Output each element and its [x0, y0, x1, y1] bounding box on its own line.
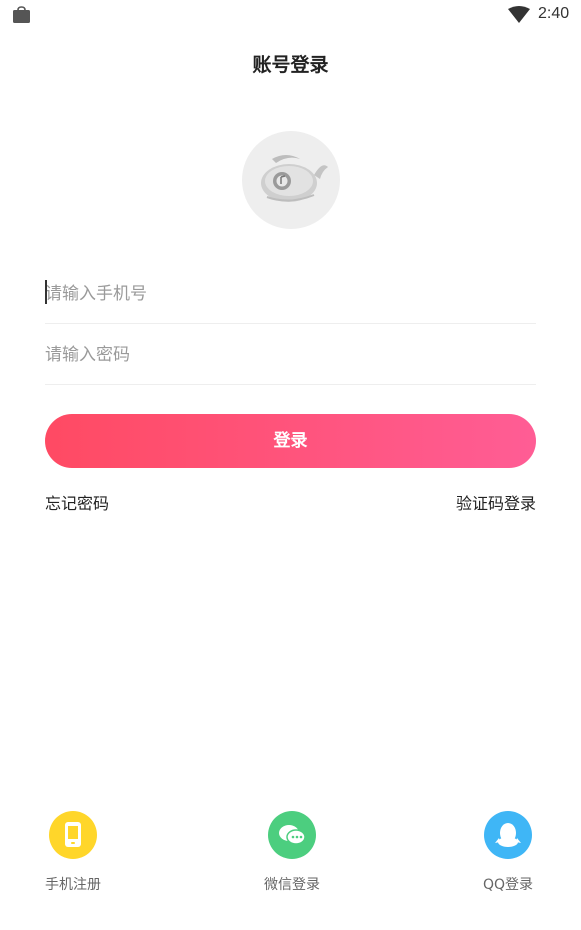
wifi-icon: [508, 6, 530, 23]
bag-icon: [13, 6, 30, 23]
status-time: 2:40: [538, 5, 570, 22]
text-caret: [45, 280, 47, 304]
password-input[interactable]: [45, 340, 536, 370]
whale-logo-icon: [261, 155, 328, 202]
phone-input[interactable]: [45, 279, 536, 309]
phone-register-button[interactable]: [49, 811, 97, 859]
avatar: [242, 131, 340, 229]
phone-register-label: 手机注册: [45, 877, 101, 893]
qq-icon: [495, 823, 521, 847]
qq-login-label: QQ登录: [482, 877, 534, 893]
qq-login-button[interactable]: [484, 811, 532, 859]
code-login-link[interactable]: 验证码登录: [456, 490, 536, 514]
phone-icon: [65, 822, 81, 847]
status-bar: 2:40: [0, 0, 581, 32]
phone-field-container: [45, 263, 536, 324]
wechat-icon: [279, 825, 306, 845]
phone-register-option[interactable]: 手机注册: [23, 811, 123, 894]
qq-login-option[interactable]: QQ登录: [458, 811, 558, 894]
wechat-login-option[interactable]: 微信登录: [242, 811, 342, 894]
wechat-login-label: 微信登录: [264, 877, 320, 893]
forgot-password-link[interactable]: 忘记密码: [45, 490, 109, 514]
password-field-container: [45, 324, 536, 385]
login-button[interactable]: 登录: [45, 414, 536, 468]
page-title: 账号登录: [252, 54, 329, 76]
wechat-login-button[interactable]: [268, 811, 316, 859]
